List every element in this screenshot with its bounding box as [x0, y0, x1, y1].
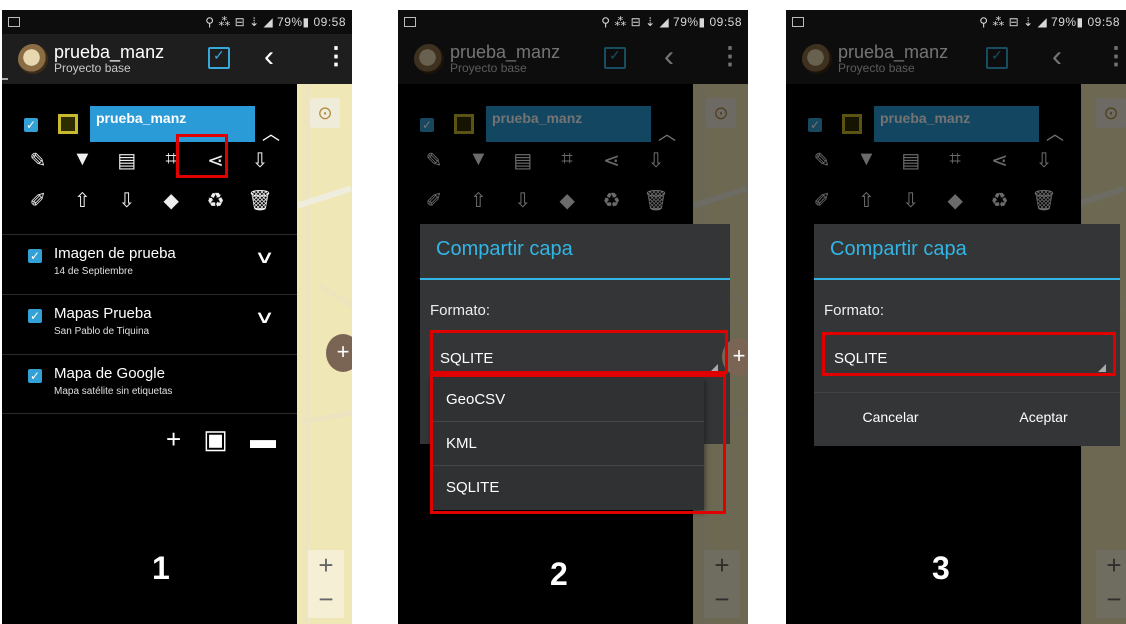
layers-panel: ✓ prueba_manz ︿ ✎ ▼ ▤ ⌗ ⋖ ⇩ ✐ ⇧ ⇩ ◆ ♻ 🗑 …: [2, 84, 297, 624]
layer-item[interactable]: ✓ Mapas Prueba San Pablo de Tiquina ∨: [2, 294, 297, 354]
status-text: ⚲ ⁂ ⊟ ⇣ ◢ 79%▮ 09:58: [205, 15, 346, 29]
layer-header: ✓ prueba_manz ︿: [2, 96, 297, 144]
status-bar: ⚲ ⁂ ⊟ ⇣ ◢ 79%▮ 09:58: [398, 10, 748, 34]
recycle-icon[interactable]: ♻: [202, 188, 230, 213]
share-highlight: [176, 134, 228, 178]
app-subtitle: Proyecto base: [54, 61, 131, 76]
layer-checkbox[interactable]: ✓: [24, 118, 38, 132]
layer-item-name: Mapa de Google: [54, 365, 165, 382]
options-highlight: [430, 374, 726, 514]
zoom-out-button[interactable]: −: [308, 584, 344, 618]
filter-icon[interactable]: ▼: [68, 148, 96, 173]
top-margin: [0, 0, 1126, 10]
screenshot-icon: [8, 17, 20, 27]
select-layers-icon[interactable]: [208, 47, 230, 69]
screenshot-icon: [404, 17, 416, 27]
list-icon[interactable]: ▤: [113, 148, 141, 173]
format-label: Formato:: [824, 302, 885, 319]
pencil-icon[interactable]: ✐: [24, 188, 52, 213]
layer-item-name: Imagen de prueba: [54, 245, 176, 262]
screen-step-3: ⚲ ⁂ ⊟ ⇣ ◢ 79%▮ 09:58 prueba_manz Proyect…: [786, 10, 1126, 624]
step-number: 2: [550, 556, 568, 592]
zoom-in-button[interactable]: +: [308, 550, 344, 584]
screen-step-2: ⚲ ⁂ ⊟ ⇣ ◢ 79%▮ 09:58 prueba_manz Proyect…: [398, 10, 748, 624]
layer-checkbox[interactable]: ✓: [28, 249, 42, 263]
layer-checkbox[interactable]: ✓: [28, 369, 42, 383]
edit-icon[interactable]: ✎: [24, 148, 52, 173]
layer-item[interactable]: ✓ Imagen de prueba 14 de Septiembre ∨: [2, 234, 297, 294]
step-number: 3: [932, 550, 950, 586]
export-icon[interactable]: ⇩: [246, 148, 274, 173]
panel-actions: + ▣ ▬: [166, 424, 276, 455]
screenshot-icon: [792, 17, 804, 27]
dialog-buttons: Cancelar Aceptar: [814, 392, 1120, 440]
layer-item-subtitle: San Pablo de Tiquina: [54, 326, 150, 337]
move-up-icon[interactable]: ⇧: [68, 188, 96, 213]
layer-item[interactable]: ✓ Mapa de Google Mapa satélite sin etiqu…: [2, 354, 297, 414]
chevron-up-icon[interactable]: ︿: [262, 120, 280, 146]
layer-item-name: Mapas Prueba: [54, 305, 152, 322]
layer-color-swatch[interactable]: [58, 114, 78, 134]
status-text: ⚲ ⁂ ⊟ ⇣ ◢ 79%▮ 09:58: [979, 15, 1120, 29]
overflow-menu-icon[interactable]: ⋮: [324, 42, 348, 71]
format-label: Formato:: [430, 302, 491, 319]
select-highlight: [822, 332, 1116, 376]
trash-icon[interactable]: 🗑: [246, 188, 274, 213]
app-logo[interactable]: [18, 44, 48, 74]
eraser-icon[interactable]: ◆: [157, 188, 185, 213]
dialog-title: Compartir capa: [814, 224, 1120, 280]
folder-icon[interactable]: ▬: [250, 424, 276, 455]
locate-icon[interactable]: ⊙: [310, 98, 340, 128]
status-bar: ⚲ ⁂ ⊟ ⇣ ◢ 79%▮ 09:58: [786, 10, 1126, 34]
select-highlight: [430, 330, 728, 374]
cancel-button[interactable]: Cancelar: [814, 393, 967, 440]
layer-tools-row-1: ✎ ▼ ▤ ⌗ ⋖ ⇩: [24, 148, 274, 173]
add-fab-button[interactable]: +: [326, 334, 352, 372]
screen-step-1: ⚲ ⁂ ⊟ ⇣ ◢ 79%▮ 09:58 prueba_manz Proyect…: [2, 10, 352, 624]
move-down-icon[interactable]: ⇩: [113, 188, 141, 213]
layer-item-subtitle: Mapa satélite sin etiquetas: [54, 386, 173, 397]
layer-name[interactable]: prueba_manz: [90, 106, 255, 142]
status-bar: ⚲ ⁂ ⊟ ⇣ ◢ 79%▮ 09:58: [2, 10, 352, 34]
layer-item-subtitle: 14 de Septiembre: [54, 266, 133, 277]
app-bar: prueba_manz Proyecto base ‹ ⋮: [2, 34, 352, 88]
save-icon[interactable]: ▣: [203, 424, 228, 455]
accept-button[interactable]: Aceptar: [967, 393, 1120, 440]
chevron-down-icon[interactable]: ∨: [254, 307, 275, 328]
chevron-down-icon[interactable]: ∨: [254, 247, 275, 268]
app-title: prueba_manz: [54, 42, 165, 63]
back-icon[interactable]: ‹: [264, 40, 274, 74]
step-number: 1: [152, 550, 170, 586]
dialog-title: Compartir capa: [420, 224, 730, 280]
add-icon[interactable]: +: [166, 424, 181, 455]
layer-tools-row-2: ✐ ⇧ ⇩ ◆ ♻ 🗑: [24, 188, 274, 213]
status-text: ⚲ ⁂ ⊟ ⇣ ◢ 79%▮ 09:58: [601, 15, 742, 29]
layer-checkbox[interactable]: ✓: [28, 309, 42, 323]
